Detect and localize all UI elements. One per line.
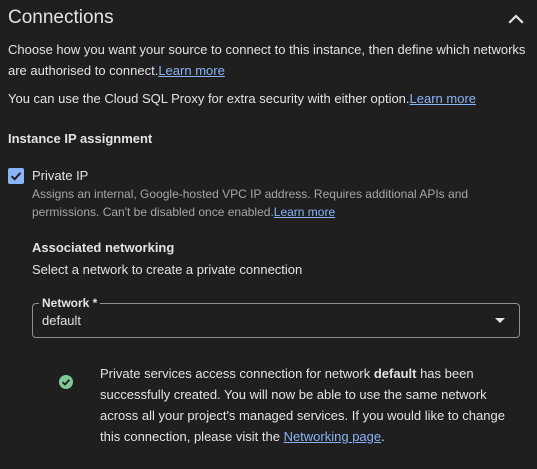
intro-learn-more-link[interactable]: Learn more	[158, 63, 224, 78]
networking-page-link[interactable]: Networking page	[284, 429, 382, 444]
status-message: Private services access connection for n…	[100, 363, 520, 447]
private-ip-description: Assigns an internal, Google-hosted VPC I…	[32, 185, 512, 221]
associated-networking-subtext: Select a network to create a private con…	[32, 262, 303, 277]
checkmark-icon	[10, 172, 22, 181]
proxy-text: You can use the Cloud SQL Proxy for extr…	[8, 88, 528, 109]
dropdown-arrow-icon	[495, 318, 505, 323]
network-select-value: default	[42, 313, 82, 328]
private-ip-label[interactable]: Private IP	[32, 166, 88, 186]
connections-panel: Connections Choose how you want your sou…	[0, 0, 537, 469]
proxy-learn-more-link[interactable]: Learn more	[410, 91, 476, 106]
proxy-description: You can use the Cloud SQL Proxy for extr…	[8, 91, 410, 106]
status-text-end: .	[381, 429, 385, 444]
chevron-up-icon[interactable]	[504, 9, 528, 29]
associated-networking-heading: Associated networking	[32, 240, 175, 255]
private-ip-checkbox[interactable]	[8, 168, 24, 184]
private-ip-learn-more-link[interactable]: Learn more	[274, 205, 335, 219]
section-header: Connections	[8, 5, 537, 31]
intro-text: Choose how you want your source to conne…	[8, 39, 528, 81]
section-title: Connections	[8, 7, 114, 28]
status-text-before: Private services access connection for n…	[100, 366, 374, 381]
intro-description: Choose how you want your source to conne…	[8, 42, 526, 78]
check-circle-icon	[58, 374, 74, 390]
network-select-label: Network *	[39, 295, 101, 311]
ip-assignment-heading: Instance IP assignment	[8, 131, 153, 146]
network-select[interactable]: Network * default	[32, 295, 520, 338]
private-ip-description-text: Assigns an internal, Google-hosted VPC I…	[32, 187, 469, 219]
status-network-name: default	[373, 366, 417, 381]
